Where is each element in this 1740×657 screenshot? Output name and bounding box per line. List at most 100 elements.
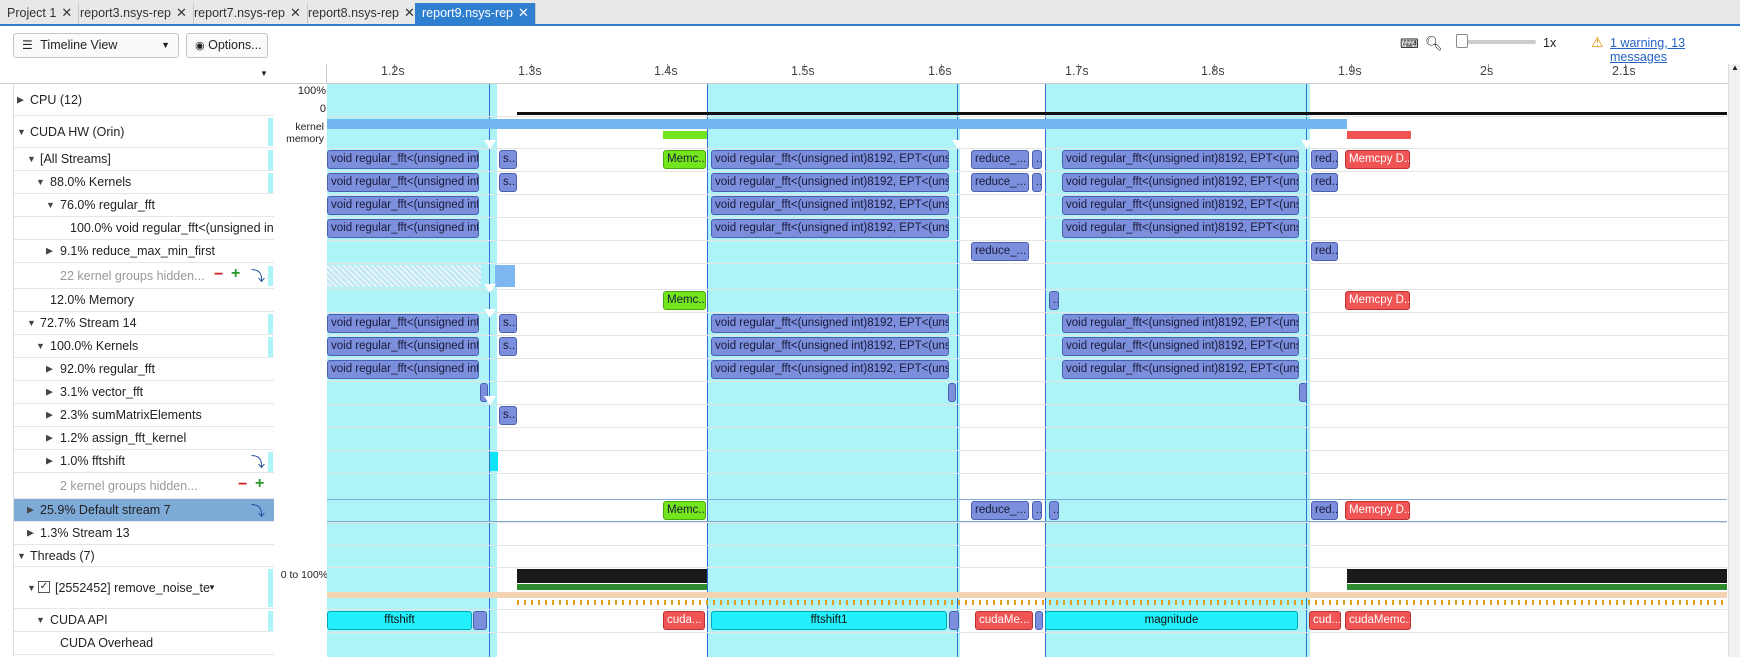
kernel-block[interactable]: ... — [1049, 501, 1059, 520]
kernel-block[interactable]: reduce_... — [971, 150, 1029, 169]
kernel-block[interactable]: s... — [499, 337, 517, 356]
memory-block[interactable]: ... — [1049, 291, 1059, 310]
close-icon[interactable]: ✕ — [518, 5, 529, 21]
row-reduce-max-min[interactable]: ▶ 9.1% reduce_max_min_first — [14, 240, 274, 263]
row-kernels-100[interactable]: ▼ 100.0% Kernels — [14, 335, 274, 358]
memcpy-block[interactable]: Memcpy D... — [1345, 291, 1410, 310]
kernel-block[interactable]: void regular_fft<(unsigned int)8192, EPT… — [1062, 173, 1299, 192]
kernel-block[interactable]: reduce_... — [971, 242, 1029, 261]
expand-all-icon[interactable]: ⤵ — [251, 452, 265, 472]
api-range[interactable]: magnitude — [1045, 611, 1298, 630]
warnings-link[interactable]: 1 warning, 13 messages — [1610, 36, 1740, 64]
collapse-icon[interactable]: ▼ — [27, 318, 36, 328]
kernel-block[interactable]: void regular_fft<(unsigned int)8192, EPT… — [711, 150, 949, 169]
minus-icon[interactable]: − — [238, 476, 247, 494]
zoom-slider[interactable] — [1456, 34, 1536, 48]
plus-icon[interactable]: + — [231, 265, 240, 283]
collapse-icon[interactable]: ▼ — [27, 583, 36, 593]
tree-header-chevron-icon[interactable]: ▼ — [260, 69, 268, 78]
zoom-out-icon[interactable]: 🔍︎ — [1425, 35, 1443, 52]
row-assign-fft[interactable]: ▶ 1.2% assign_fft_kernel — [14, 427, 274, 450]
row-threads[interactable]: ▼ Threads (7) — [14, 545, 274, 567]
kernel-block[interactable]: void regular_fft<(unsigned int)8192, EPT… — [1062, 314, 1299, 333]
view-select[interactable]: ☰ Timeline View ▼ — [13, 33, 179, 58]
row-cuda-hw[interactable]: ▼ CUDA HW (Orin) — [14, 116, 274, 148]
marker-arrow-icon[interactable] — [952, 140, 964, 149]
kernel-block[interactable]: void regular_fft<(unsigned int)8192, EPT… — [1062, 150, 1299, 169]
memcpy-block[interactable]: Memcpy D... — [1345, 150, 1410, 169]
kernel-block[interactable]: void regular_fft<(unsigned int)8192, EPT… — [711, 173, 949, 192]
kernel-block[interactable]: s... — [499, 406, 517, 425]
kernel-block[interactable]: void regular_fft<(unsigned int)8192, EPT… — [1062, 219, 1299, 238]
timeline-plot[interactable]: void regular_fft<(unsigned int... s... M… — [327, 84, 1727, 657]
memcpy-block[interactable]: Memc... — [663, 501, 706, 520]
collapse-icon[interactable]: ▼ — [46, 200, 55, 210]
row-hidden-2[interactable]: 2 kernel groups hidden... − + — [14, 473, 274, 499]
kernel-block[interactable]: red... — [1311, 150, 1338, 169]
minus-icon[interactable]: − — [214, 266, 223, 284]
expand-icon[interactable]: ▶ — [27, 528, 34, 539]
kernel-block[interactable]: reduce_... — [971, 501, 1029, 520]
row-cuda-api[interactable]: ▼ CUDA API — [14, 609, 274, 632]
expand-icon[interactable]: ▶ — [46, 456, 53, 467]
kernel-block[interactable]: ... — [1032, 173, 1042, 192]
marker-arrow-icon[interactable] — [1301, 140, 1313, 149]
close-icon[interactable]: ✕ — [404, 5, 415, 21]
kernel-block[interactable]: void regular_fft<(unsigned int... — [327, 150, 479, 169]
kernel-block[interactable] — [490, 452, 498, 471]
keyboard-icon[interactable]: ⌨ — [1400, 36, 1419, 52]
expand-icon[interactable]: ▶ — [46, 387, 53, 398]
kernel-block[interactable]: ... — [1032, 501, 1042, 520]
kernel-block[interactable]: void regular_fft<(unsigned int... — [327, 219, 479, 238]
row-fftshift[interactable]: ▶ 1.0% fftshift ⤵ — [14, 450, 274, 473]
api-block[interactable]: cudaMe... — [975, 611, 1033, 630]
row-vector-fft[interactable]: ▶ 3.1% vector_fft — [14, 381, 274, 404]
row-cuda-overhead[interactable]: CUDA Overhead — [14, 632, 274, 655]
scroll-up-icon[interactable]: ▲ — [1731, 63, 1739, 72]
vertical-scrollbar[interactable]: ▲ — [1728, 63, 1740, 657]
api-block[interactable] — [473, 611, 487, 630]
row-all-streams[interactable]: ▼ [All Streams] — [14, 148, 274, 171]
kernel-block[interactable]: void regular_fft<(unsigned int)8192, EPT… — [1062, 196, 1299, 215]
kernel-block[interactable]: ... — [1032, 150, 1042, 169]
kernel-block[interactable]: void regular_fft<(unsigned int)8192, EPT… — [1062, 360, 1299, 379]
row-regular-fft-92[interactable]: ▶ 92.0% regular_fft — [14, 358, 274, 381]
kernel-block[interactable]: red... — [1311, 173, 1338, 192]
row-cpu[interactable]: ▶ CPU (12) — [14, 84, 274, 116]
row-kernels-88[interactable]: ▼ 88.0% Kernels — [14, 171, 274, 194]
api-block[interactable] — [949, 611, 959, 630]
tab-report7[interactable]: report7.nsys-rep ✕ — [187, 3, 308, 24]
kernel-block[interactable]: void regular_fft<(unsigned int)8192, EPT… — [711, 360, 949, 379]
api-block[interactable]: cudaMemc... — [1345, 611, 1411, 630]
api-range[interactable]: fftshift1 — [711, 611, 947, 630]
expand-all-icon[interactable]: ⤵ — [251, 266, 265, 286]
row-thread-main[interactable]: ▼ ✓ [2552452] remove_noise_te ▼ — [14, 567, 274, 609]
collapse-icon[interactable]: ▼ — [17, 127, 26, 137]
marker-arrow-icon[interactable] — [484, 309, 496, 318]
row-hidden-22[interactable]: 22 kernel groups hidden... − + ⤵ — [14, 263, 274, 289]
kernel-block[interactable] — [1299, 383, 1307, 402]
expand-icon[interactable]: ▶ — [27, 505, 34, 516]
kernel-block[interactable]: void regular_fft<(unsigned int)8192, EPT… — [711, 219, 949, 238]
kernel-block[interactable]: red... — [1311, 501, 1338, 520]
kernel-block[interactable]: void regular_fft<(unsigned int)8192, EPT… — [711, 314, 949, 333]
row-stream-14[interactable]: ▼ 72.7% Stream 14 — [14, 312, 274, 335]
tab-report3[interactable]: report3.nsys-rep ✕ — [73, 3, 194, 24]
row-summatrix[interactable]: ▶ 2.3% sumMatrixElements — [14, 404, 274, 427]
kernel-block[interactable] — [948, 383, 956, 402]
collapse-icon[interactable]: ▼ — [36, 615, 45, 625]
row-memory-12[interactable]: 12.0% Memory — [14, 289, 274, 312]
close-icon[interactable]: ✕ — [290, 5, 301, 21]
marker-arrow-icon[interactable] — [484, 140, 496, 149]
kernel-block[interactable]: reduce_... — [971, 173, 1029, 192]
chevron-down-icon[interactable]: ▼ — [208, 583, 216, 592]
kernel-block[interactable]: s... — [499, 173, 517, 192]
memcpy-block[interactable]: Memc... — [663, 150, 706, 169]
row-void-regular-fft[interactable]: 100.0% void regular_fft<(unsigned int) — [14, 217, 274, 240]
kernel-block[interactable]: void regular_fft<(unsigned int)8192, EPT… — [711, 337, 949, 356]
collapse-icon[interactable]: ▼ — [27, 154, 36, 164]
options-button[interactable]: ◉ Options... — [186, 33, 268, 58]
plus-icon[interactable]: + — [255, 475, 264, 493]
kernel-block[interactable]: s... — [499, 150, 517, 169]
row-default-stream-7[interactable]: ▶ 25.9% Default stream 7 ⤵ — [14, 499, 274, 522]
